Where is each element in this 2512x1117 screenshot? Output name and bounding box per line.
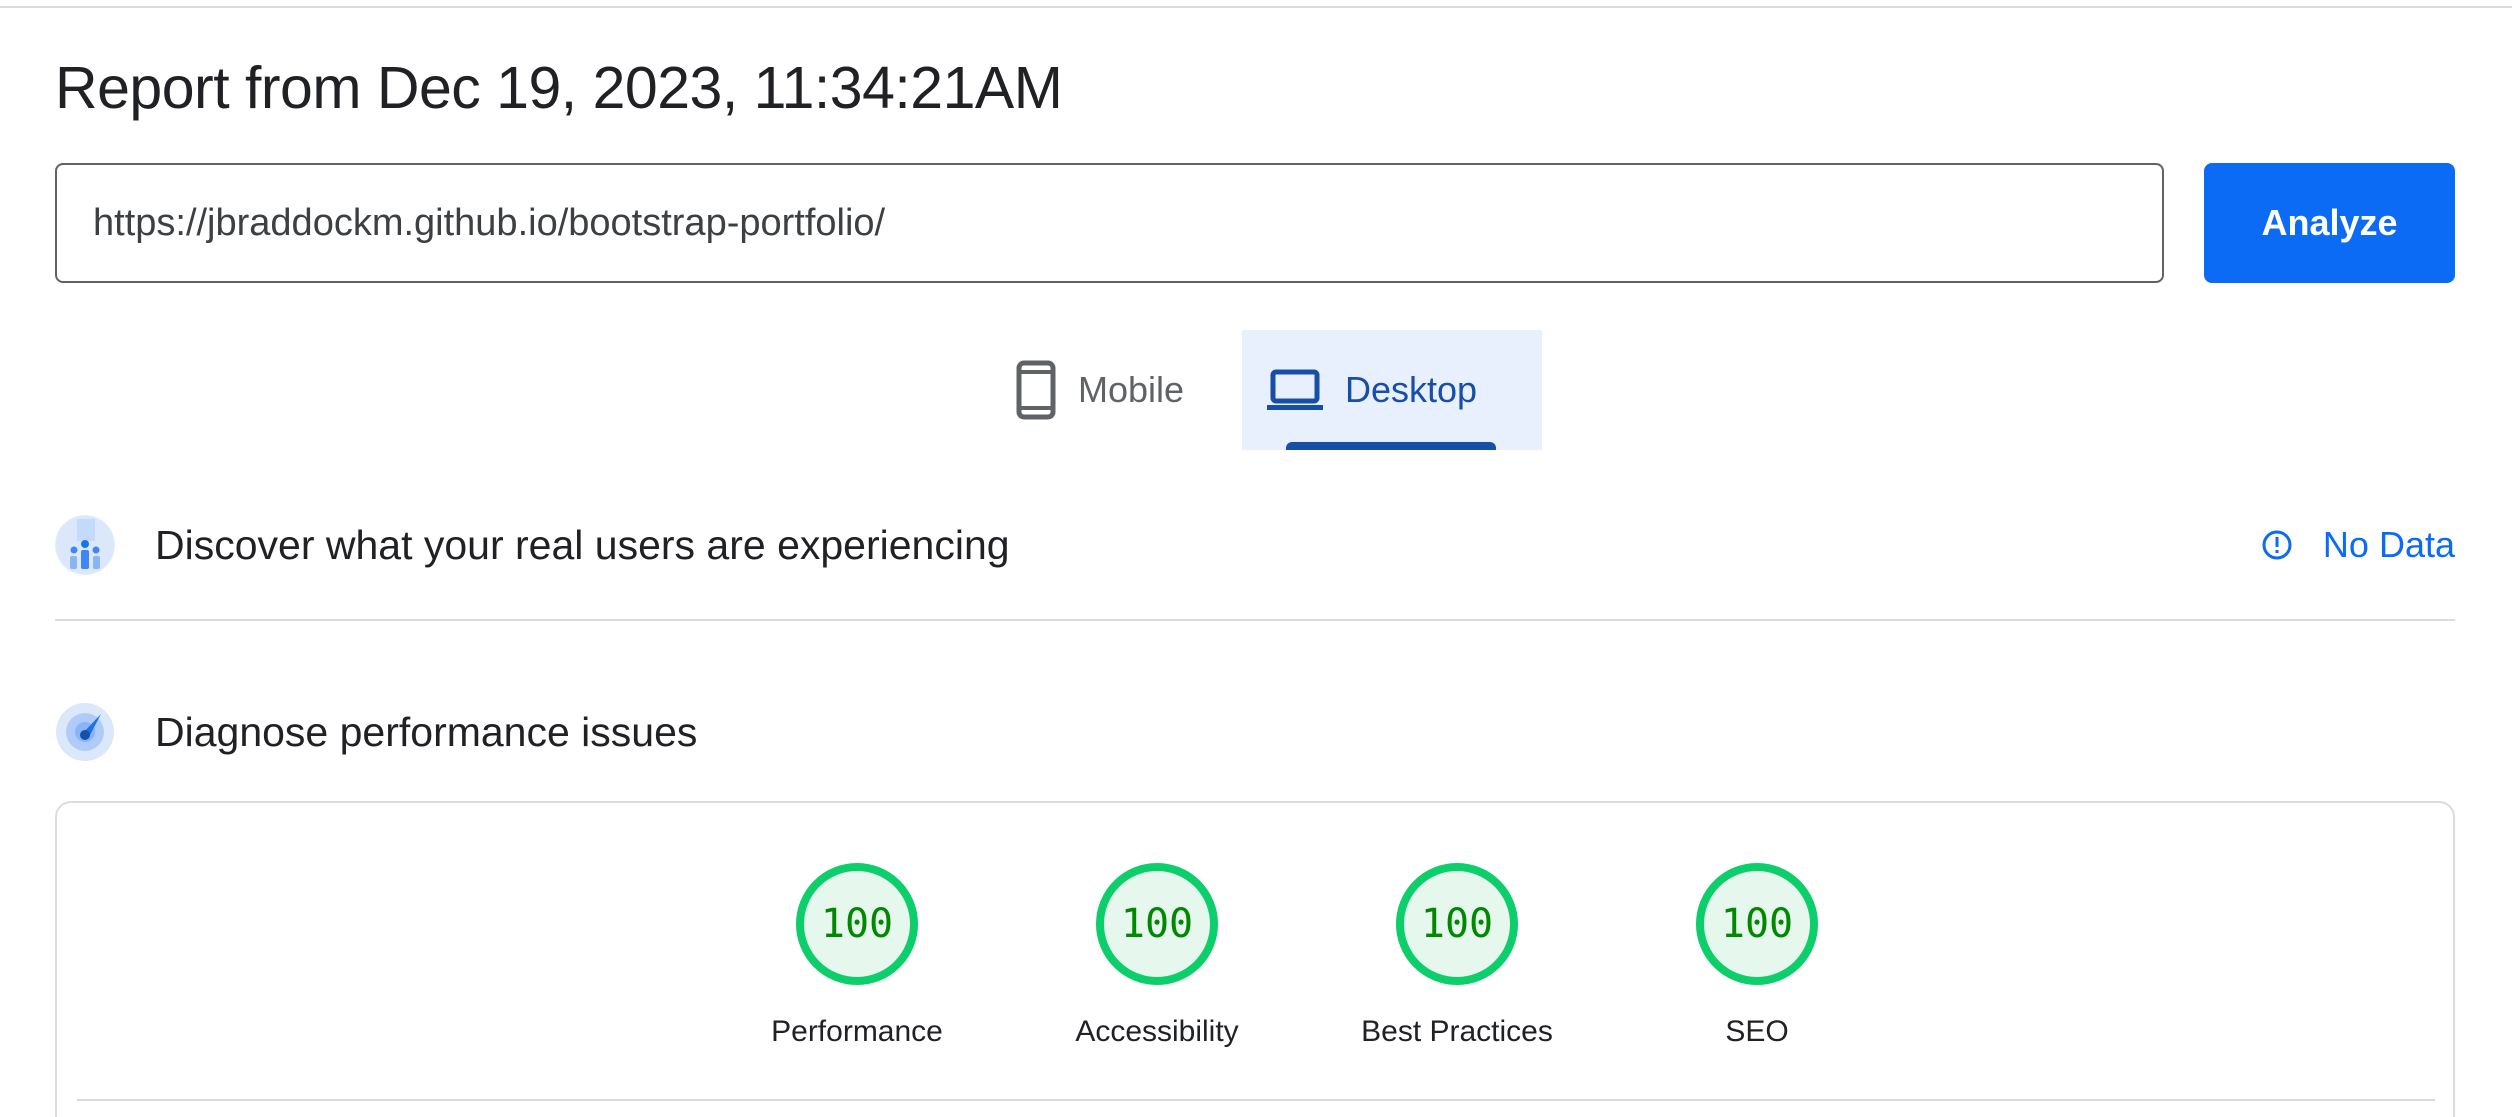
score-gauge-best-practices[interactable]: 100 Best Practices (1307, 863, 1607, 1049)
report-title: Report from Dec 19, 2023, 11:34:21AM (55, 55, 1063, 121)
score-ring: 100 (1696, 863, 1818, 985)
score-gauge-seo[interactable]: 100 SEO (1607, 863, 1907, 1049)
score-label: SEO (1725, 1015, 1789, 1048)
score-label: Accessibility (1075, 1015, 1239, 1048)
score-label: Best Practices (1361, 1015, 1553, 1048)
tab-desktop-label: Desktop (1344, 369, 1478, 410)
info-icon (2261, 529, 2293, 561)
diagnose-section-header: Diagnose performance issues (55, 700, 2455, 764)
scores-card: 100 Performance 100 Accessibility 100 Be… (55, 801, 2455, 1117)
top-divider (0, 6, 2512, 8)
analyze-button[interactable]: Analyze (2204, 163, 2455, 283)
no-data-label: No Data (2322, 524, 2455, 565)
score-ring: 100 (1396, 863, 1518, 985)
score-value: 100 (820, 901, 894, 947)
score-ring: 100 (796, 863, 918, 985)
no-data-link[interactable]: No Data (2261, 524, 2455, 566)
url-input[interactable] (55, 163, 2164, 283)
phone-icon (1016, 360, 1056, 420)
device-tabs: Mobile Desktop (986, 330, 1542, 450)
card-divider (77, 1099, 2435, 1101)
score-gauge-accessibility[interactable]: 100 Accessibility (1007, 863, 1307, 1049)
crux-section-title: Discover what your real users are experi… (155, 521, 1010, 568)
score-value: 100 (1420, 901, 1494, 947)
users-chart-icon (55, 515, 115, 575)
selected-tab-indicator (1286, 442, 1496, 450)
score-value: 100 (1120, 901, 1194, 947)
crux-section-header: Discover what your real users are experi… (55, 513, 2455, 577)
laptop-icon (1266, 369, 1323, 411)
score-ring: 100 (1096, 863, 1218, 985)
pagespeed-report-page: Report from Dec 19, 2023, 11:34:21AM Ana… (0, 0, 2512, 1117)
score-label: Performance (771, 1015, 943, 1048)
diagnose-section-title: Diagnose performance issues (155, 708, 698, 755)
section-divider (55, 619, 2455, 621)
tab-mobile-label: Mobile (1078, 369, 1185, 410)
tab-mobile[interactable]: Mobile (986, 330, 1242, 450)
tab-desktop[interactable]: Desktop (1242, 330, 1542, 450)
gauge-icon (55, 702, 115, 762)
score-value: 100 (1720, 901, 1794, 947)
score-gauge-performance[interactable]: 100 Performance (707, 863, 1007, 1049)
